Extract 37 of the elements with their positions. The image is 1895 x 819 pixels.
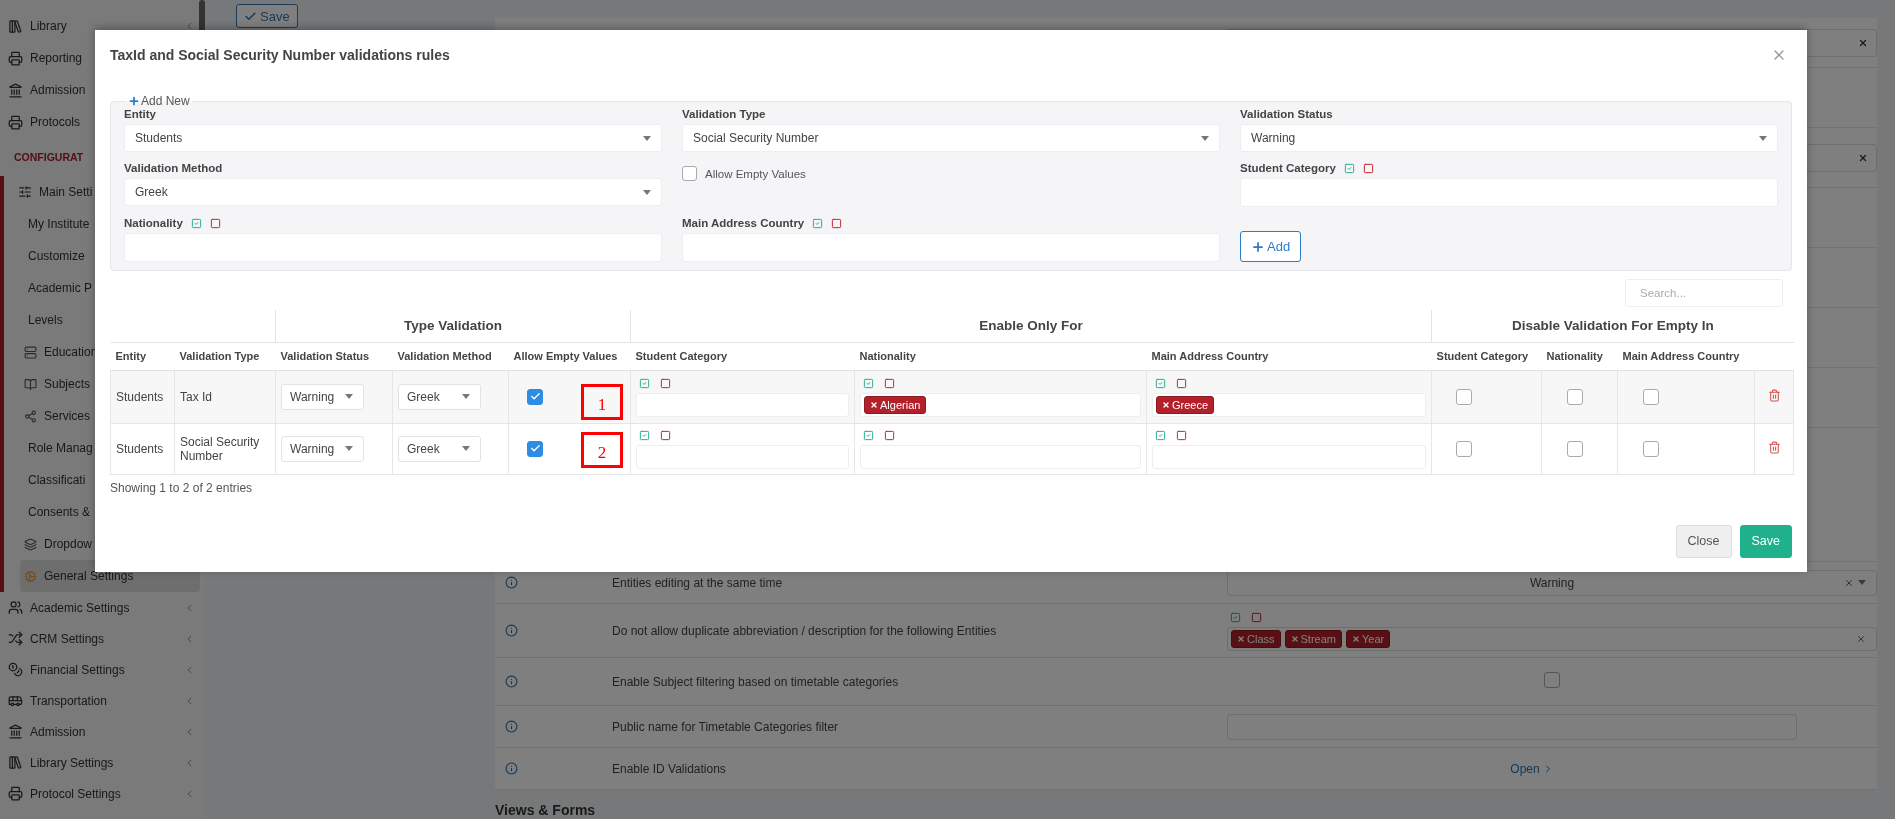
field-label: Validation Method (124, 161, 224, 176)
field-label: Validation Type (682, 107, 767, 122)
table-cell: Students (110, 423, 175, 474)
column-header: Nationality (854, 342, 1147, 370)
annotation-marker: 1 (581, 383, 623, 420)
field-label: Main Address Country (682, 217, 805, 229)
group-header: Disable Validation For Empty In (1431, 310, 1794, 342)
field-label: Entity (124, 107, 157, 122)
section-heading: Views & Forms (495, 802, 597, 818)
column-header: Validation Method (392, 342, 509, 370)
column-header: Main Address Country (1146, 342, 1432, 370)
section-heading: CONFIGURAT (13, 150, 84, 165)
checkbox-label: Allow Empty Values (705, 167, 806, 180)
column-header: Student Category (1431, 342, 1542, 370)
table-info: Showing 1 to 2 of 2 entries (110, 480, 254, 495)
modal-title: TaxId and Social Security Number validations rules (110, 47, 450, 63)
column-header: Entity (110, 342, 175, 370)
setting-label: Public name for Timetable Categories filter (612, 719, 840, 734)
group-header: Type Validation (275, 310, 631, 342)
field-label: Student Category (1240, 162, 1336, 174)
table-cell: Social Security Number (174, 423, 276, 474)
column-header: Nationality (1541, 342, 1618, 370)
annotation-marker: 2 (581, 431, 623, 468)
column-header: Main Address Country (1617, 342, 1755, 370)
setting-label: Entities editing at the same time (612, 575, 784, 590)
column-header: Validation Status (275, 342, 393, 370)
group-header: Enable Only For (630, 310, 1432, 342)
table-cell: Tax Id (174, 370, 276, 423)
field-label: Nationality (124, 217, 183, 229)
setting-label: Enable ID Validations (612, 761, 727, 776)
table-cell: Students (110, 370, 175, 423)
column-header: Allow Empty Values (508, 342, 631, 370)
column-header: Validation Type (174, 342, 276, 370)
column-header: Student Category (630, 342, 855, 370)
setting-label: Enable Subject filtering based on timetable categories (612, 674, 900, 689)
setting-label: Do not allow duplicate abbreviation / description for the following Entities (612, 623, 998, 638)
field-label: Validation Status (1240, 107, 1334, 122)
